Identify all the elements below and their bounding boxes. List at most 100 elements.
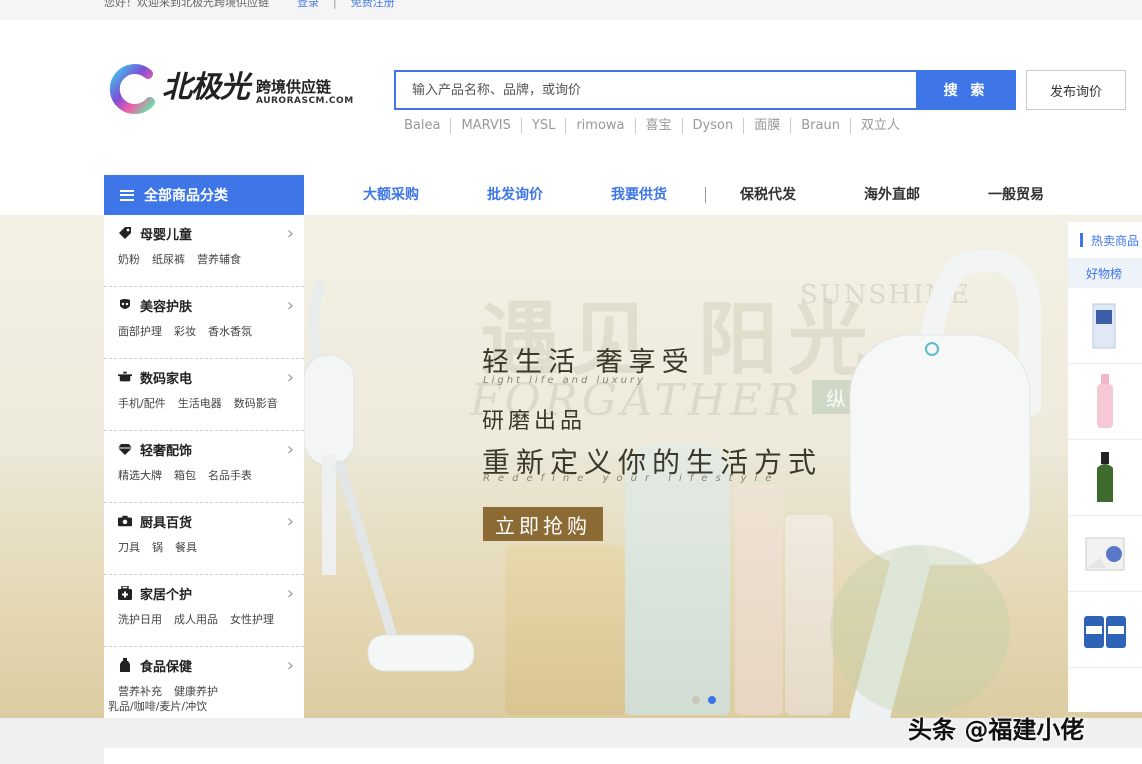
logo-domain: AURORASCM.COM [256,96,354,106]
banner-line2: 研磨出品 [482,409,587,434]
chevron-right-icon: › [286,511,294,532]
hot-product-item[interactable] [1068,516,1142,592]
search-input[interactable] [396,72,916,108]
product-box-image [1092,303,1116,348]
lotion-product-image [785,515,833,715]
subcategory-link[interactable]: 营养辅食 [197,252,241,267]
banner-headline-en: Light life and luxury [483,375,646,386]
subcategory-link[interactable]: 生活电器 [178,396,222,411]
category-title: 数码家电 [140,371,193,387]
hotword-link[interactable]: 喜宝 [634,118,682,134]
all-categories-label: 全部商品分类 [144,188,228,204]
hot-search-words: Balea MARVIS YSL rimowa 喜宝 Dyson 面膜 Brau… [404,118,910,134]
hot-product-item[interactable] [1068,364,1142,440]
subcategory-link[interactable]: 彩妆 [174,324,196,339]
hot-products-title: 热卖商品 [1091,233,1140,248]
category-home-care[interactable]: 家居个护 › 洗护日用 成人用品 女性护理 [104,575,304,647]
buy-now-button[interactable]: 立即抢购 [483,507,603,541]
all-categories-button[interactable]: 全部商品分类 [104,175,304,215]
product-milk-cans-image [1084,615,1126,648]
hotword-link[interactable]: YSL [520,118,565,134]
subcategory-link[interactable]: 面部护理 [118,324,162,339]
search-button[interactable]: 搜 索 [916,70,1016,110]
category-title: 轻奢配饰 [140,443,193,459]
hot-product-item[interactable] [1068,288,1142,364]
nav-general-trade[interactable]: 一般贸易 [988,185,1044,205]
category-luxury[interactable]: 轻奢配饰 › 精选大牌 箱包 名品手表 [104,431,304,503]
logo-mark-icon [109,64,155,114]
sunscreen-product-image [625,445,730,715]
tag-icon [118,226,132,240]
publish-inquiry-button[interactable]: 发布询价 [1026,70,1126,110]
category-food-health[interactable]: 食品保健 › 营养补充 健康养护 乳品/咖啡/麦片/冲饮 [104,647,304,719]
hot-product-item[interactable] [1068,592,1142,668]
banner-line3-en: Redefine your lifestyle [483,473,780,484]
nav-bulk-purchase[interactable]: 大额采购 [363,185,419,205]
chevron-right-icon: › [286,583,294,604]
chevron-right-icon: › [286,655,294,676]
hot-product-item[interactable] [1068,440,1142,516]
register-link[interactable]: 免费注册 [351,0,395,10]
nav-divider [705,187,706,203]
banner-headline: 轻生活 奢享受 [482,347,695,378]
carousel-dot-active[interactable] [708,696,716,704]
hot-products-panel: 热卖商品 好物榜 [1068,222,1142,712]
subcategory-link[interactable]: 餐具 [175,540,197,555]
subcategory-link[interactable]: 锅 [152,540,163,555]
chevron-right-icon: › [286,367,294,388]
tab-good-products[interactable]: 好物榜 [1068,258,1142,288]
subcategory-link[interactable]: 乳品/咖啡/麦片/冲饮 [108,699,207,714]
nav-bonded-dropship[interactable]: 保税代发 [740,185,796,205]
carousel-dot[interactable] [692,696,700,704]
product-bottle-green-image [1097,451,1113,502]
hotword-link[interactable]: MARVIS [450,118,520,134]
category-digital[interactable]: 数码家电 › 手机/配件 生活电器 数码影音 [104,359,304,431]
subcategory-link[interactable]: 手机/配件 [118,396,166,411]
hotword-link[interactable]: Dyson [681,118,744,134]
product-mask-image [1085,537,1125,570]
hotword-link[interactable]: 双立人 [849,118,910,134]
category-title: 美容护肤 [140,299,193,315]
subcategory-link[interactable]: 名品手表 [208,468,252,483]
nav-wholesale-inquiry[interactable]: 批发询价 [487,185,543,205]
watermark-text: 头条 @福建小佬 [908,716,1085,744]
pot-icon [118,370,132,384]
top-bar: 您好！欢迎来到北极光跨境供应链 登录 | 免费注册 [0,0,1142,20]
nav-supply[interactable]: 我要供货 [611,185,667,205]
header-accent-bar [1080,233,1083,247]
hotword-link[interactable]: Balea [404,118,450,134]
login-link[interactable]: 登录 [297,0,319,10]
carousel-dots [692,696,716,704]
subcategory-link[interactable]: 箱包 [174,468,196,483]
menu-icon [120,189,134,201]
logo-name: 北极光 [162,70,250,105]
content-card [104,748,1142,764]
subcategory-link[interactable]: 香水香氛 [208,324,252,339]
subcategory-link[interactable]: 纸尿裤 [152,252,185,267]
category-maternal-baby[interactable]: 母婴儿童 › 奶粉 纸尿裤 营养辅食 [104,215,304,287]
hotword-link[interactable]: Braun [790,118,850,134]
subcategory-link[interactable]: 数码影音 [234,396,278,411]
vacuum-cleaner-image [303,280,475,672]
hotword-link[interactable]: rimowa [565,118,634,134]
site-logo[interactable]: 北极光 跨境供应链 AURORASCM.COM [104,60,354,118]
subcategory-link[interactable]: 女性护理 [230,612,274,627]
subcategory-link[interactable]: 奶粉 [118,252,140,267]
mask-icon [118,298,132,312]
subcategory-link[interactable]: 营养补充 [118,684,162,699]
chevron-right-icon: › [286,223,294,244]
category-beauty[interactable]: 美容护肤 › 面部护理 彩妆 香水香氛 [104,287,304,359]
nav-overseas-direct[interactable]: 海外直邮 [864,185,920,205]
category-kitchen[interactable]: 厨具百货 › 刀具 锅 餐具 [104,503,304,575]
category-title: 食品保健 [140,659,193,675]
chevron-right-icon: › [286,439,294,460]
subcategory-link[interactable]: 健康养护 [174,684,218,699]
subcategory-link[interactable]: 成人用品 [174,612,218,627]
subcategory-link[interactable]: 刀具 [118,540,140,555]
logo-subtitle: 跨境供应链 [256,78,332,96]
subcategory-link[interactable]: 洗护日用 [118,612,162,627]
subcategory-link[interactable]: 精选大牌 [118,468,162,483]
hotword-link[interactable]: 面膜 [743,118,790,134]
diamond-icon [118,442,132,456]
camera-icon [118,514,132,528]
